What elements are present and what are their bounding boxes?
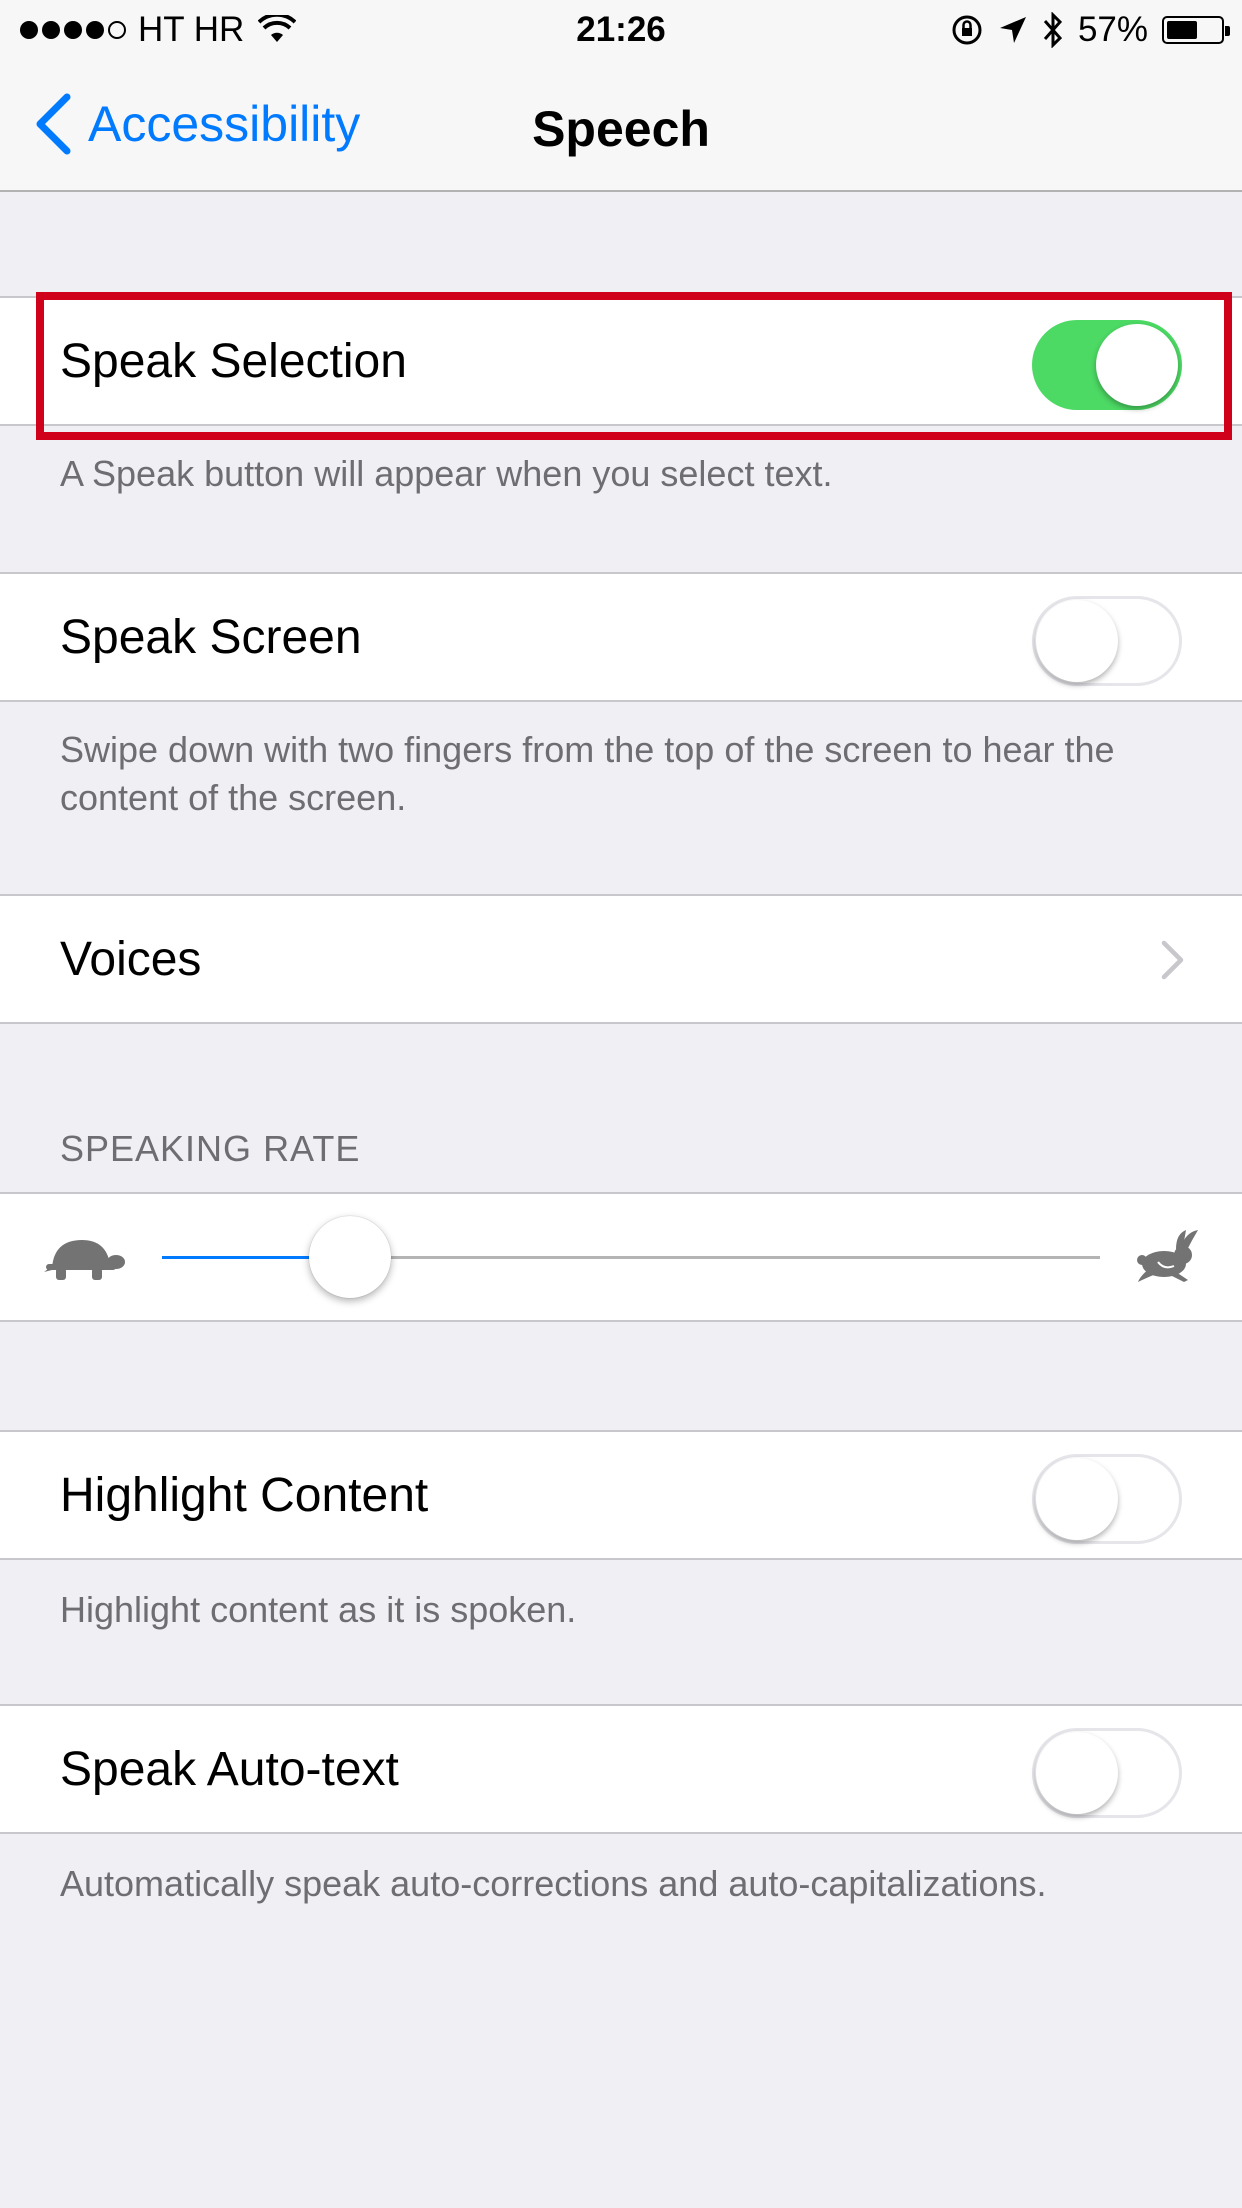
speak-selection-footer: A Speak button will appear when you sele… bbox=[60, 453, 833, 494]
speak-auto-text-row: Speak Auto-text bbox=[0, 1704, 1242, 1834]
speak-selection-label: Speak Selection bbox=[60, 334, 407, 388]
highlight-content-label: Highlight Content bbox=[60, 1468, 429, 1522]
speaking-rate-row bbox=[0, 1192, 1242, 1322]
status-right: 57% bbox=[950, 10, 1230, 50]
bluetooth-icon bbox=[1043, 12, 1062, 48]
status-bar: HT HR 21:26 57% bbox=[0, 0, 1242, 60]
turtle-icon bbox=[44, 1240, 125, 1280]
page-title: Speech bbox=[532, 101, 710, 157]
speak-screen-row: Speak Screen bbox=[0, 572, 1242, 702]
speak-auto-text-toggle[interactable] bbox=[1032, 1728, 1182, 1818]
speaking-rate-slider-thumb[interactable] bbox=[308, 1216, 391, 1298]
highlight-content-row: Highlight Content bbox=[0, 1430, 1242, 1560]
rabbit-icon bbox=[1137, 1230, 1198, 1282]
navigation-bar: Accessibility Speech bbox=[0, 60, 1242, 192]
battery-icon bbox=[1162, 16, 1230, 44]
rotation-lock-icon bbox=[952, 15, 982, 45]
battery-percent: 57% bbox=[1077, 10, 1148, 49]
speak-auto-text-footer: Automatically speak auto-corrections and… bbox=[60, 1863, 1047, 1904]
speak-screen-toggle[interactable] bbox=[1032, 596, 1182, 686]
toggle-knob bbox=[1036, 1458, 1118, 1540]
toggle-knob bbox=[1036, 600, 1118, 682]
speaking-rate-header: SPEAKING RATE bbox=[60, 1128, 361, 1169]
location-arrow-icon bbox=[999, 17, 1026, 43]
speak-selection-row: Speak Selection bbox=[0, 296, 1242, 426]
speak-screen-footer: Swipe down with two fingers from the top… bbox=[60, 729, 1115, 818]
speaking-rate-track[interactable] bbox=[162, 1256, 1100, 1259]
voices-row[interactable]: Voices bbox=[0, 894, 1242, 1024]
chevron-right-icon bbox=[1161, 940, 1184, 980]
toggle-knob bbox=[1096, 324, 1178, 406]
voices-label: Voices bbox=[60, 932, 202, 986]
highlight-content-footer: Highlight content as it is spoken. bbox=[60, 1589, 577, 1630]
speak-selection-toggle[interactable] bbox=[1032, 320, 1182, 410]
speak-auto-text-label: Speak Auto-text bbox=[60, 1742, 399, 1796]
speak-screen-label: Speak Screen bbox=[60, 610, 362, 664]
highlight-content-toggle[interactable] bbox=[1032, 1454, 1182, 1544]
toggle-knob bbox=[1036, 1732, 1118, 1814]
